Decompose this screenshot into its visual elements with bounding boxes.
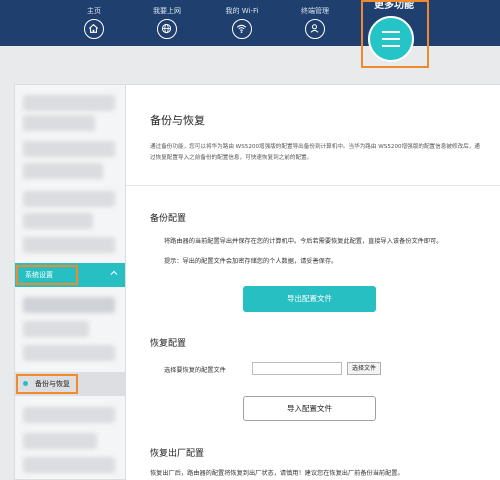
restore-heading: 恢复配置 bbox=[150, 339, 187, 349]
sidebar-item[interactable] bbox=[23, 321, 89, 337]
nav-home-label: 主页 bbox=[87, 7, 101, 15]
globe-icon bbox=[157, 19, 177, 39]
sidebar-item[interactable] bbox=[23, 191, 115, 207]
sidebar-item[interactable] bbox=[23, 95, 115, 111]
restore-file-field[interactable] bbox=[252, 362, 342, 375]
nav-devices[interactable]: 终端管理 bbox=[285, 0, 345, 39]
user-icon bbox=[305, 19, 325, 39]
restore-file-label: 选择要恢复的配置文件 bbox=[164, 367, 226, 374]
sidebar-item[interactable] bbox=[23, 163, 103, 179]
system-settings-highlight bbox=[16, 265, 78, 285]
nav-wifi[interactable]: 我的 Wi-Fi bbox=[212, 0, 272, 39]
browse-file-button[interactable]: 选择文件 bbox=[347, 362, 381, 375]
nav-devices-label: 终端管理 bbox=[301, 7, 329, 15]
divider bbox=[126, 185, 500, 186]
sidebar-item[interactable] bbox=[23, 237, 115, 253]
import-config-button[interactable]: 导入配置文件 bbox=[243, 396, 376, 421]
backup-text: 将路由器的当前配置导出并保存在您的计算机中。今后若需要恢复此配置，直接导入该备份… bbox=[164, 238, 443, 245]
page-title: 备份与恢复 bbox=[150, 114, 205, 127]
export-config-button[interactable]: 导出配置文件 bbox=[243, 286, 376, 312]
factory-reset-text: 恢复出厂后，路由器的配置将恢复到出厂状态，请慎用！建议您在恢复出厂前备份当前配置… bbox=[150, 470, 404, 477]
wifi-icon bbox=[232, 19, 252, 39]
main-panel: 备份与恢复 通过备份功能，您可以将华为路由 WS5200增强版的配置导出备份到计… bbox=[126, 84, 500, 480]
sidebar-item[interactable] bbox=[23, 345, 115, 361]
nav-internet-label: 我要上网 bbox=[153, 7, 181, 15]
sidebar-item[interactable] bbox=[23, 213, 93, 229]
chevron-up-icon bbox=[110, 270, 118, 275]
backup-tip: 提示：导出的配置文件会加密存储您的个人数据，请妥善保存。 bbox=[164, 258, 338, 265]
nav-wifi-label: 我的 Wi-Fi bbox=[225, 7, 259, 15]
page-description: 通过备份功能，您可以将华为路由 WS5200增强版的配置导出备份到计算机中。当华… bbox=[150, 144, 480, 161]
sidebar-item[interactable] bbox=[23, 115, 95, 131]
home-icon bbox=[84, 19, 104, 39]
sidebar-item[interactable] bbox=[23, 141, 115, 157]
sidebar-item[interactable] bbox=[23, 433, 97, 449]
backup-heading: 备份配置 bbox=[150, 214, 187, 224]
sidebar-item[interactable] bbox=[23, 457, 115, 473]
nav-internet[interactable]: 我要上网 bbox=[137, 0, 197, 39]
sidebar-item[interactable] bbox=[23, 297, 115, 313]
sidebar-item[interactable] bbox=[23, 407, 115, 423]
backup-restore-highlight bbox=[16, 374, 78, 394]
factory-reset-heading: 恢复出厂配置 bbox=[150, 449, 205, 459]
more-functions-highlight bbox=[361, 0, 429, 68]
nav-home[interactable]: 主页 bbox=[64, 0, 124, 39]
